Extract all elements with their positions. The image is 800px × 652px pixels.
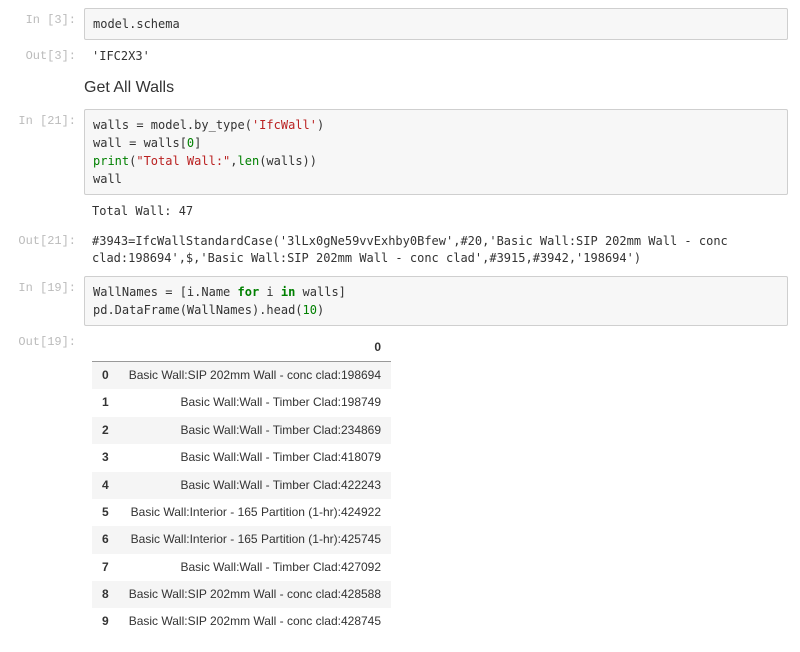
output-text: 'IFC2X3': [84, 44, 788, 69]
input-prompt: In [3]:: [12, 8, 84, 27]
table-row: 8Basic Wall:SIP 202mm Wall - conc clad:4…: [92, 581, 391, 608]
code-text: ): [317, 118, 324, 132]
row-value: Basic Wall:SIP 202mm Wall - conc clad:42…: [119, 581, 391, 608]
table-row: 1Basic Wall:Wall - Timber Clad:198749: [92, 389, 391, 416]
row-index: 8: [92, 581, 119, 608]
output-prompt: Out[3]:: [12, 44, 84, 63]
row-value: Basic Wall:Interior - 165 Partition (1-h…: [119, 499, 391, 526]
code-input[interactable]: model.schema: [84, 8, 788, 40]
code-text: wall: [93, 172, 122, 186]
input-prompt: In [21]:: [12, 109, 84, 128]
output-cell: Out[19]: 0 0Basic Wall:SIP 202mm Wall - …: [12, 330, 788, 640]
dataframe-header-row: 0: [92, 334, 391, 362]
table-row: 3Basic Wall:Wall - Timber Clad:418079: [92, 444, 391, 471]
code-string: 'IfcWall': [252, 118, 317, 132]
code-text: wall = walls[: [93, 136, 187, 150]
code-cell: In [21]: walls = model.by_type('IfcWall'…: [12, 109, 788, 195]
row-value: Basic Wall:SIP 202mm Wall - conc clad:42…: [119, 608, 391, 635]
row-value: Basic Wall:Wall - Timber Clad:234869: [119, 417, 391, 444]
row-index: 4: [92, 472, 119, 499]
output-cell: Out[21]: #3943=IfcWallStandardCase('3lLx…: [12, 229, 788, 272]
code-text: walls = model.by_type(: [93, 118, 252, 132]
markdown-heading: Get All Walls: [84, 79, 788, 97]
row-value: Basic Wall:Wall - Timber Clad:427092: [119, 554, 391, 581]
row-index: 0: [92, 361, 119, 389]
code-text: i: [259, 285, 281, 299]
code-string: "Total Wall:": [136, 154, 230, 168]
code-keyword: in: [281, 285, 295, 299]
code-text: WallNames = [i.Name: [93, 285, 238, 299]
code-keyword: for: [238, 285, 260, 299]
row-index: 9: [92, 608, 119, 635]
dataframe-output: 0 0Basic Wall:SIP 202mm Wall - conc clad…: [84, 330, 788, 640]
code-number: 10: [303, 303, 317, 317]
row-value: Basic Wall:Wall - Timber Clad:418079: [119, 444, 391, 471]
row-index: 1: [92, 389, 119, 416]
table-row: 0Basic Wall:SIP 202mm Wall - conc clad:1…: [92, 361, 391, 389]
stdout-cell: Total Wall: 47: [12, 199, 788, 224]
code-text: ): [317, 303, 324, 317]
table-row: 7Basic Wall:Wall - Timber Clad:427092: [92, 554, 391, 581]
row-index: 3: [92, 444, 119, 471]
row-value: Basic Wall:SIP 202mm Wall - conc clad:19…: [119, 361, 391, 389]
table-row: 2Basic Wall:Wall - Timber Clad:234869: [92, 417, 391, 444]
output-prompt: Out[19]:: [12, 330, 84, 349]
table-row: 9Basic Wall:SIP 202mm Wall - conc clad:4…: [92, 608, 391, 635]
code-text: walls]: [295, 285, 346, 299]
dataframe-table: 0 0Basic Wall:SIP 202mm Wall - conc clad…: [92, 334, 391, 636]
markdown-cell: Get All Walls: [12, 73, 788, 105]
row-index: 5: [92, 499, 119, 526]
empty-prompt: [12, 73, 84, 78]
code-builtin: len: [238, 154, 260, 168]
code-input[interactable]: WallNames = [i.Name for i in walls] pd.D…: [84, 276, 788, 326]
code-cell: In [3]: model.schema: [12, 8, 788, 40]
code-text: ]: [194, 136, 201, 150]
code-input[interactable]: walls = model.by_type('IfcWall') wall = …: [84, 109, 788, 195]
empty-prompt: [12, 199, 84, 204]
row-index: 6: [92, 526, 119, 553]
output-text: #3943=IfcWallStandardCase('3lLx0gNe59vvE…: [84, 229, 788, 272]
row-index: 7: [92, 554, 119, 581]
code-builtin: print: [93, 154, 129, 168]
table-row: 4Basic Wall:Wall - Timber Clad:422243: [92, 472, 391, 499]
stdout-text: Total Wall: 47: [84, 199, 788, 224]
output-prompt: Out[21]:: [12, 229, 84, 248]
row-value: Basic Wall:Wall - Timber Clad:198749: [119, 389, 391, 416]
row-index: 2: [92, 417, 119, 444]
code-text: (walls)): [259, 154, 317, 168]
row-value: Basic Wall:Wall - Timber Clad:422243: [119, 472, 391, 499]
row-value: Basic Wall:Interior - 165 Partition (1-h…: [119, 526, 391, 553]
dataframe-index-header: [92, 334, 119, 362]
table-row: 6Basic Wall:Interior - 165 Partition (1-…: [92, 526, 391, 553]
code-text: pd.DataFrame(WallNames).head(: [93, 303, 303, 317]
code-text: model.schema: [93, 17, 180, 31]
code-cell: In [19]: WallNames = [i.Name for i in wa…: [12, 276, 788, 326]
table-row: 5Basic Wall:Interior - 165 Partition (1-…: [92, 499, 391, 526]
code-text: ,: [230, 154, 237, 168]
output-cell: Out[3]: 'IFC2X3': [12, 44, 788, 69]
dataframe-col-header: 0: [119, 334, 391, 362]
input-prompt: In [19]:: [12, 276, 84, 295]
